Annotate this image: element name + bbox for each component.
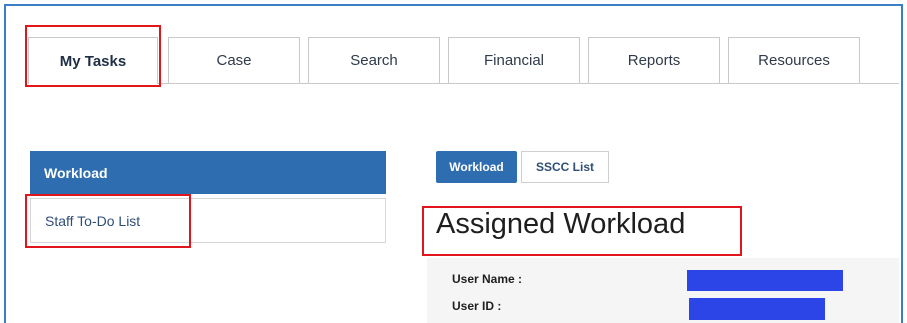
- subtab-label: Workload: [449, 160, 504, 174]
- tab-label: My Tasks: [59, 52, 127, 70]
- user-name-label: User Name :: [452, 272, 523, 286]
- tab-resources[interactable]: Resources: [728, 37, 860, 83]
- user-id-value-redacted: [689, 298, 825, 320]
- tab-case[interactable]: Case: [168, 37, 300, 83]
- page-title: Assigned Workload: [436, 208, 686, 240]
- user-name-value-redacted: [687, 270, 843, 291]
- tab-label: Search: [350, 52, 398, 69]
- tab-label: Case: [216, 52, 252, 69]
- tab-my-tasks[interactable]: My Tasks: [28, 37, 158, 84]
- tab-label: Resources: [758, 52, 830, 69]
- subtab-label: SSCC List: [535, 160, 594, 174]
- sidebar-item-label: Staff To-Do List: [45, 212, 141, 229]
- tab-financial[interactable]: Financial: [448, 37, 580, 83]
- tab-label: Financial: [483, 52, 545, 69]
- user-id-label: User ID :: [452, 299, 502, 313]
- sidebar-item-staff-to-do-list[interactable]: Staff To-Do List: [30, 198, 386, 243]
- subtab-sscc-list[interactable]: SSCC List: [521, 151, 609, 183]
- top-tab-bar: My Tasks Case Search Financial Reports R…: [28, 37, 899, 84]
- sidebar-item-label: Workload: [44, 164, 108, 181]
- subtab-workload[interactable]: Workload: [436, 151, 517, 183]
- tab-label: Reports: [627, 52, 681, 69]
- tab-search[interactable]: Search: [308, 37, 440, 83]
- tab-reports[interactable]: Reports: [588, 37, 720, 83]
- sidebar-item-workload[interactable]: Workload: [30, 151, 386, 194]
